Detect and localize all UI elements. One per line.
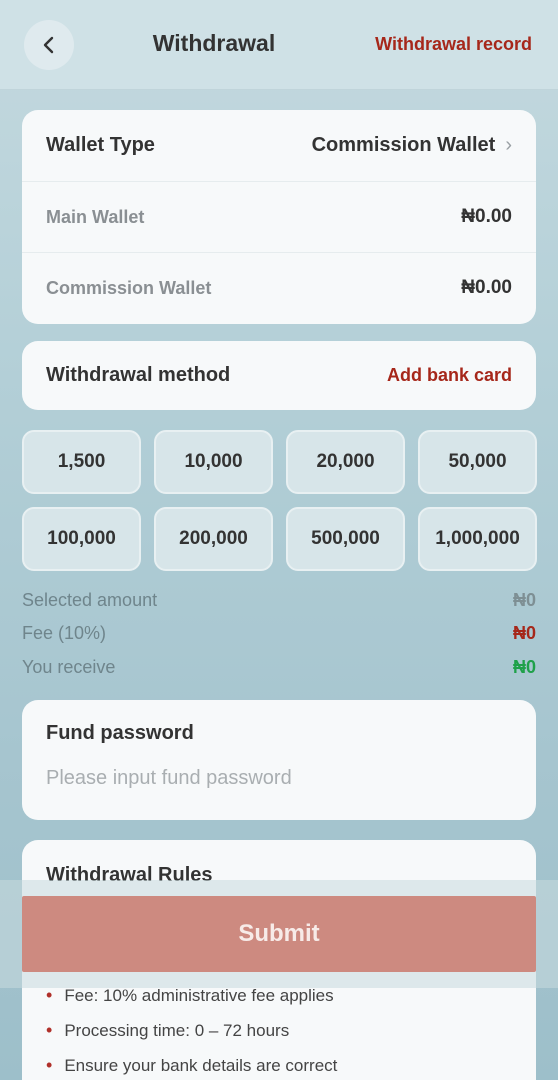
amount-option-20000[interactable]: 20,000 — [286, 430, 405, 494]
commission-wallet-row: Commission Wallet ₦0.00 — [22, 252, 536, 323]
amount-option-100000[interactable]: 100,000 — [22, 507, 141, 571]
main-wallet-balance: ₦0.00 — [461, 206, 512, 227]
bullet-icon: • — [46, 1055, 53, 1075]
receive-label: You receive — [22, 656, 116, 677]
rules-list: • Fee: 10% administrative fee applies • Pr… — [46, 978, 337, 1080]
rule-text: Processing time: 0 – 72 hours — [64, 1020, 290, 1040]
wallet-type-label: Wallet Type — [46, 134, 155, 156]
fund-password-card: Fund password — [22, 700, 536, 820]
withdrawal-method-card: Withdrawal method Add bank card — [22, 341, 536, 410]
withdrawal-record-link[interactable]: Withdrawal record — [375, 34, 532, 55]
selected-amount-value: ₦0 — [512, 589, 536, 610]
commission-wallet-balance: ₦0.00 — [461, 277, 512, 298]
withdrawal-method-label: Withdrawal method — [46, 364, 231, 386]
selected-amount-row: Selected amount ₦0 — [22, 589, 536, 611]
commission-wallet-label: Commission Wallet — [46, 277, 212, 298]
main-wallet-row: Main Wallet ₦0.00 — [22, 181, 536, 252]
amount-options: 1,500 10,000 20,000 50,000 100,000 200,0… — [22, 430, 537, 571]
fund-password-label: Fund password — [46, 722, 194, 744]
amount-option-1500[interactable]: 1,500 — [22, 430, 141, 494]
header-bar: Withdrawal Withdrawal record — [0, 0, 558, 90]
chevron-right-icon: › — [505, 134, 512, 156]
add-bank-card-link[interactable]: Add bank card — [387, 365, 512, 386]
fee-row: Fee (10%) ₦0 — [22, 622, 536, 644]
rule-text: Fee: 10% administrative fee applies — [64, 985, 334, 1005]
amount-option-500000[interactable]: 500,000 — [286, 507, 405, 571]
receive-row: You receive ₦0 — [22, 656, 536, 678]
amount-option-1000000[interactable]: 1,000,000 — [418, 507, 537, 571]
rule-item: • Processing time: 0 – 72 hours — [46, 1013, 337, 1048]
amount-option-200000[interactable]: 200,000 — [154, 507, 273, 571]
bullet-icon: • — [46, 1020, 53, 1040]
submit-button[interactable]: Submit — [22, 896, 536, 972]
rule-item: • Ensure your bank details are correct — [46, 1048, 337, 1080]
bullet-icon: • — [46, 985, 53, 1005]
page-title: Withdrawal — [152, 30, 276, 56]
receive-value: ₦0 — [512, 656, 536, 677]
rule-text: Ensure your bank details are correct — [64, 1055, 338, 1075]
fee-label: Fee (10%) — [22, 622, 107, 643]
wallet-type-value: Commission Wallet — [311, 134, 496, 156]
fee-value: ₦0 — [512, 622, 536, 643]
main-wallet-label: Main Wallet — [46, 206, 145, 227]
wallet-type-selector[interactable]: Wallet Type Commission Wallet › — [22, 110, 536, 181]
fund-password-input[interactable] — [46, 767, 512, 790]
wallet-card: Wallet Type Commission Wallet › Main Wal… — [22, 110, 536, 324]
amount-option-50000[interactable]: 50,000 — [418, 430, 537, 494]
selected-amount-label: Selected amount — [22, 589, 158, 610]
amount-option-10000[interactable]: 10,000 — [154, 430, 273, 494]
